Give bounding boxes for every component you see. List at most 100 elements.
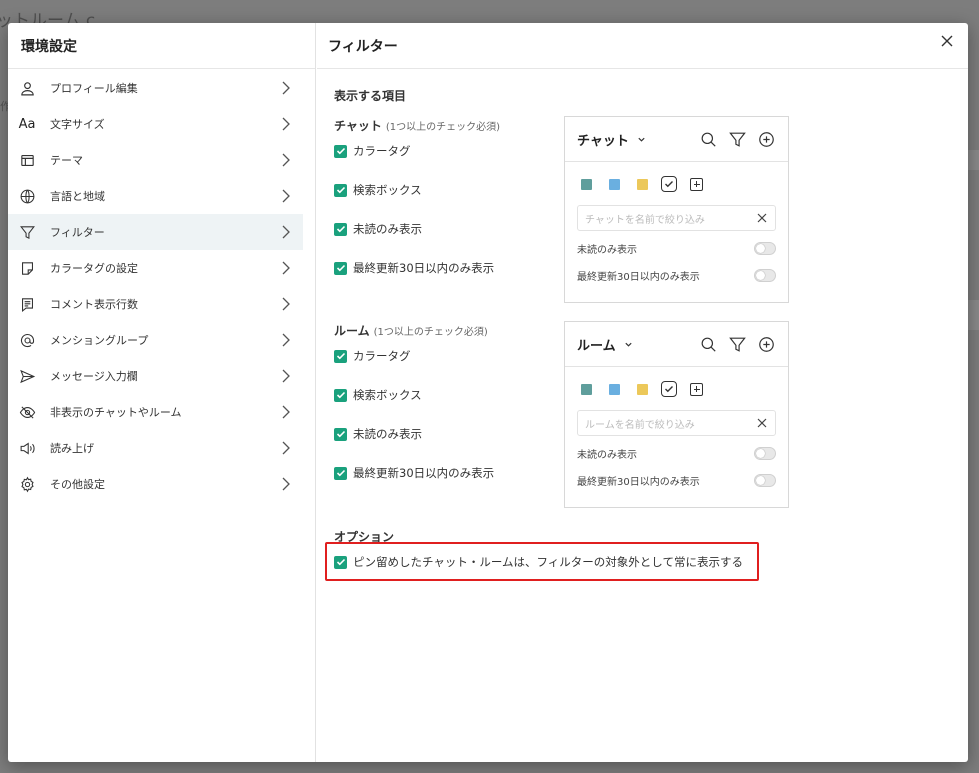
sidebar-item-profile[interactable]: プロフィール編集: [8, 70, 303, 106]
add-circle-icon: [759, 336, 774, 352]
tag-add-icon: [690, 382, 703, 396]
toggle-switch: [754, 447, 776, 460]
speaker-icon: [18, 439, 36, 457]
settings-modal: 環境設定 プロフィール編集 Aa 文字サイズ テーマ 言語と地域 フィルター カ…: [8, 23, 968, 762]
sidebar-item-comment-lines[interactable]: コメント表示行数: [8, 286, 303, 322]
checkbox-checked[interactable]: [334, 388, 347, 402]
sidebar-item-label: フィルター: [50, 226, 105, 239]
chevron-right-icon: [282, 441, 290, 455]
color-tag-teal: [581, 178, 592, 190]
sidebar-item-theme[interactable]: テーマ: [8, 142, 303, 178]
chat-checkbox-unread-only[interactable]: 未読のみ表示: [334, 221, 422, 237]
chevron-right-icon: [282, 333, 290, 347]
globe-icon: [18, 187, 36, 205]
chat-preview-tags: [581, 176, 703, 192]
checkbox-label: 検索ボックス: [353, 183, 422, 197]
checkbox-label: 未読のみ表示: [353, 427, 422, 441]
settings-sidebar: 環境設定 プロフィール編集 Aa 文字サイズ テーマ 言語と地域 フィルター カ…: [8, 23, 316, 762]
background-strip: [967, 150, 979, 170]
chevron-right-icon: [282, 117, 290, 131]
close-icon: [757, 213, 767, 223]
chevron-right-icon: [282, 153, 290, 167]
layout-icon: [18, 151, 36, 169]
sidebar-item-message-input[interactable]: メッセージ入力欄: [8, 358, 303, 394]
checkbox-checked[interactable]: [334, 555, 347, 569]
room-checkbox-color-tag[interactable]: カラータグ: [334, 348, 411, 364]
room-title-text: ルーム: [334, 324, 370, 338]
filter-icon: [18, 223, 36, 241]
sidebar-item-label: プロフィール編集: [50, 82, 138, 95]
chat-title-text: チャット: [334, 119, 382, 133]
room-required-note: (1つ以上のチェック必須): [373, 327, 488, 338]
room-preview-search: ルームを名前で絞り込み: [577, 410, 776, 436]
page-title: フィルター: [317, 23, 968, 69]
sidebar-item-label: 非表示のチャットやルーム: [50, 406, 182, 419]
chat-preview-search: チャットを名前で絞り込み: [577, 205, 776, 231]
room-preview-panel: ルーム ルームを名前で絞り込み 未読のみ表示 最終更新30日以内のみ表示: [564, 321, 789, 508]
pin-exclude-checkbox[interactable]: ピン留めしたチャット・ルームは、フィルターの対象外として常に表示する: [334, 554, 743, 570]
eye-off-icon: [18, 403, 36, 421]
sidebar-item-read-aloud[interactable]: 読み上げ: [8, 430, 303, 466]
tag-select-all-icon: [661, 176, 677, 192]
close-icon[interactable]: [940, 34, 954, 48]
chat-preview-unread-option: 未読のみ表示: [577, 241, 776, 256]
send-icon: [18, 367, 36, 385]
chevron-down-icon: [625, 342, 632, 347]
sidebar-item-label: コメント表示行数: [50, 298, 138, 311]
search-icon: [701, 337, 716, 352]
sidebar-item-label: テーマ: [50, 154, 83, 167]
sidebar-item-font-size[interactable]: Aa 文字サイズ: [8, 106, 303, 142]
room-preview-tags: [581, 381, 703, 397]
room-preview-title: ルーム: [577, 338, 616, 354]
checkbox-checked[interactable]: [334, 183, 347, 197]
chevron-down-icon: [638, 137, 645, 142]
room-checkbox-unread-only[interactable]: 未読のみ表示: [334, 426, 422, 442]
chat-checkbox-color-tag[interactable]: カラータグ: [334, 143, 411, 159]
color-tag-blue: [609, 383, 620, 395]
checkbox-label: カラータグ: [353, 144, 411, 158]
sidebar-item-language[interactable]: 言語と地域: [8, 178, 303, 214]
chevron-right-icon: [282, 297, 290, 311]
room-checkbox-recent-30days[interactable]: 最終更新30日以内のみ表示: [334, 465, 494, 481]
chat-preview-recent-label: 最終更新30日以内のみ表示: [577, 272, 700, 283]
checkbox-checked[interactable]: [334, 427, 347, 441]
sidebar-item-label: その他設定: [50, 478, 105, 491]
sidebar-item-filter[interactable]: フィルター: [8, 214, 303, 250]
chat-preview-title: チャット: [577, 133, 629, 149]
chevron-right-icon: [282, 369, 290, 383]
sidebar-item-label: メンショングループ: [50, 334, 149, 347]
add-circle-icon: [759, 131, 774, 147]
color-tag-teal: [581, 383, 592, 395]
checkbox-checked[interactable]: [334, 261, 347, 275]
sidebar-title: 環境設定: [8, 23, 315, 69]
room-preview-unread-option: 未読のみ表示: [577, 446, 776, 461]
checkbox-checked[interactable]: [334, 349, 347, 363]
checkbox-checked[interactable]: [334, 144, 347, 158]
tag-icon: [18, 259, 36, 277]
tag-select-all-icon: [661, 381, 677, 397]
sidebar-item-hidden[interactable]: 非表示のチャットやルーム: [8, 394, 303, 430]
sidebar-item-other[interactable]: その他設定: [8, 466, 303, 502]
sidebar-item-mention-group[interactable]: メンショングループ: [8, 322, 303, 358]
toggle-switch: [754, 474, 776, 487]
chat-preview-unread-label: 未読のみ表示: [577, 245, 637, 256]
chat-checkbox-recent-30days[interactable]: 最終更新30日以内のみ表示: [334, 260, 494, 276]
sidebar-item-label: 言語と地域: [50, 190, 105, 203]
checkbox-checked[interactable]: [334, 222, 347, 236]
room-group-title: ルーム (1つ以上のチェック必須): [334, 322, 488, 339]
chat-checkbox-search-box[interactable]: 検索ボックス: [334, 182, 422, 198]
checkbox-label: 最終更新30日以内のみ表示: [353, 466, 495, 480]
color-tag-yellow: [637, 178, 648, 190]
comment-lines-icon: [18, 295, 36, 313]
checkbox-label: カラータグ: [353, 349, 411, 363]
chevron-right-icon: [282, 405, 290, 419]
chat-required-note: (1つ以上のチェック必須): [385, 122, 501, 133]
checkbox-checked[interactable]: [334, 466, 347, 480]
sidebar-item-color-tag[interactable]: カラータグの設定: [8, 250, 303, 286]
room-checkbox-search-box[interactable]: 検索ボックス: [334, 387, 422, 403]
user-icon: [18, 79, 36, 97]
color-tag-yellow: [637, 383, 648, 395]
chat-preview-header: チャット: [565, 117, 788, 162]
checkbox-label: 検索ボックス: [353, 388, 422, 402]
filter-panel: フィルター 表示する項目 チャット (1つ以上のチェック必須) カラータグ 検索ボ…: [317, 23, 968, 762]
